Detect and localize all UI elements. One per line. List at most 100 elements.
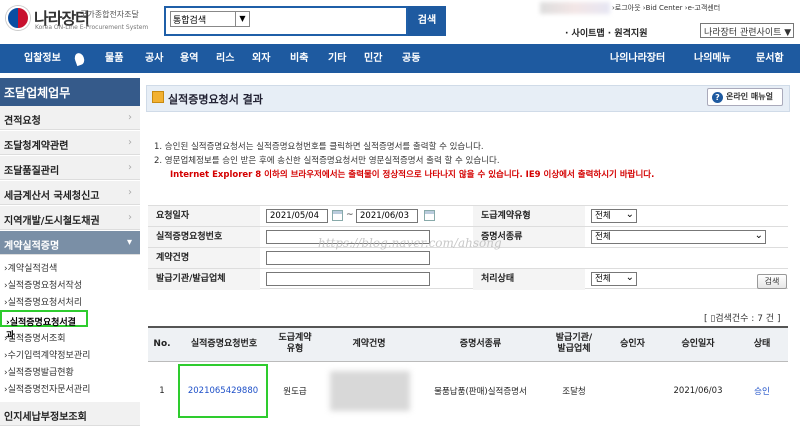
status-text[interactable]: 승인 <box>754 385 770 397</box>
chevron-right-icon: › <box>128 162 132 173</box>
request-no-link[interactable]: 2021065429880 <box>178 364 268 418</box>
main-nav: 입찰정보 물품 공사 용역 리스 외자 비축 기타 민간 공동 나의나라장터 나… <box>0 44 800 73</box>
notice-item: 2. 영문업체정보를 승인 받은 후에 송신한 실적증명요청서만 영문실적증명서… <box>154 156 500 166</box>
sidebar-item-performance[interactable]: 계약실적증명 ▾ <box>0 231 140 255</box>
chevron-down-icon: ⌄ <box>754 230 763 241</box>
nav-item-goods[interactable]: 물품 <box>105 44 123 73</box>
search-button[interactable]: 검색 <box>408 6 446 36</box>
logo-english: Korea ON-Line E-Procurement System <box>35 24 149 31</box>
form-row: 발급기관/발급업체 처리상태 전체 ⌄ <box>148 268 788 290</box>
nav-item-documents[interactable]: 문서함 <box>756 44 784 73</box>
sidebar-subitem-request-write[interactable]: ›실적증명요청서작성 <box>0 275 140 292</box>
search-scope-value: 통합검색 <box>173 16 207 26</box>
online-manual-button[interactable]: ? 온라인 매뉴얼 <box>707 88 783 106</box>
related-site-value: 나라장터 관련사이트 <box>704 28 782 38</box>
nav-item-private[interactable]: 민간 <box>364 44 382 73</box>
column-header-status: 상태 <box>753 338 771 349</box>
column-header-issuer: 발급기관/ 발급업체 <box>555 333 593 354</box>
date-from-input[interactable]: 2021/05/04 <box>266 209 328 223</box>
help-icon: ? <box>712 92 723 103</box>
column-header-cert-type: 증명서종류 <box>459 338 502 349</box>
sidebar-subitem-request-result[interactable]: ›실적증명요청서결과 <box>0 310 88 341</box>
contract-type-label: 도급계약유형 <box>473 206 585 227</box>
search-scope-select[interactable]: 통합검색 ▼ <box>170 11 250 27</box>
date-to-input[interactable]: 2021/06/03 <box>356 209 418 223</box>
nav-item-my-menu[interactable]: 나의메뉴 <box>694 44 731 73</box>
nav-item-joint[interactable]: 공동 <box>402 44 420 73</box>
status-label: 처리상태 <box>473 269 585 290</box>
cert-type-value: 전체 <box>595 232 611 242</box>
online-manual-label: 온라인 매뉴얼 <box>726 92 773 101</box>
sidebar-item-label: 계약실적증명 <box>4 241 60 252</box>
form-search-button[interactable]: 검색 <box>757 274 787 289</box>
nav-item-other[interactable]: 기타 <box>328 44 346 73</box>
status-select[interactable]: 전체 ⌄ <box>591 272 637 286</box>
watermark: https://blog.naver.com/ahsong <box>318 236 502 250</box>
nav-item-foreign[interactable]: 외자 <box>252 44 270 73</box>
sidebar-item-label: 조달청계약관련 <box>4 141 69 152</box>
form-row: 요청일자 2021/05/04 ~ 2021/06/03 도급계약유형 전체 ⌄ <box>148 205 788 227</box>
logo-subtitle: 국가종합전자조달 <box>80 10 139 19</box>
sidebar-item-contract[interactable]: 조달청계약관련 › <box>0 131 140 155</box>
contract-type-select[interactable]: 전체 ⌄ <box>591 209 637 223</box>
issuer-label: 발급기관/발급업체 <box>148 269 260 290</box>
notice-list: 1. 승인된 실적증명요청서는 실적증명요청번호를 클릭하면 실적증명서를 출력… <box>154 140 654 182</box>
sidebar-item-quote[interactable]: 견적요청 › <box>0 106 140 130</box>
blurred-user-info <box>540 2 610 14</box>
cell-cert-type: 물품납품(판매)실적증명서 <box>434 387 527 397</box>
chevron-down-icon: ▾ <box>126 237 132 248</box>
column-header-contract-name: 계약건명 <box>352 338 386 349</box>
sidebar-subitem-contract-search[interactable]: ›계약실적검색 <box>0 258 140 275</box>
sidebar-title: 조달업체업무 <box>0 78 140 106</box>
chevron-down-icon: ⌄ <box>625 272 634 283</box>
sidebar-item-label: 인지세납부정보조회 <box>4 412 87 423</box>
nav-item-lease[interactable]: 리스 <box>216 44 234 73</box>
sidebar-item-stamp-tax[interactable]: 인지세납부정보조회 <box>0 402 140 426</box>
nav-item-stockpile[interactable]: 비축 <box>290 44 308 73</box>
sidebar-subitem-edoc[interactable]: ›실적증명전자문서관리 <box>0 379 140 396</box>
nav-item-construction[interactable]: 공사 <box>145 44 163 73</box>
chevron-right-icon: › <box>128 112 132 123</box>
sidebar-subitem-manual-contract[interactable]: ›수기입력계약정보관리 <box>0 345 140 362</box>
column-header-approval-date: 승인일자 <box>681 338 715 349</box>
chevron-right-icon: › <box>128 187 132 198</box>
chevron-down-icon: ▼ <box>235 12 249 26</box>
cell-no: 1 <box>159 386 165 396</box>
nav-item-service[interactable]: 용역 <box>180 44 198 73</box>
contract-name-input[interactable] <box>266 251 430 265</box>
nav-item-bid-info[interactable]: 입찰정보 <box>24 44 61 73</box>
sidebar-item-bonds[interactable]: 지역개발/도시철도채권 › <box>0 206 140 230</box>
cell-issuer: 조달청 <box>562 387 586 397</box>
sidebar-item-tax[interactable]: 세금계산서 국세청신고 › <box>0 181 140 205</box>
cert-type-select[interactable]: 전체 ⌄ <box>591 230 766 244</box>
browser-warning: Internet Explorer 8 이하의 브라우저에서는 출력물이 정상적… <box>170 170 655 180</box>
result-count-text: 검색건수 : 7 건 <box>715 314 775 324</box>
cell-approval-date: 2021/06/03 <box>673 386 723 396</box>
contract-name-label: 계약건명 <box>148 248 260 269</box>
column-header-request-no: 실적증명요청번호 <box>190 338 258 349</box>
chevron-right-icon: › <box>128 137 132 148</box>
sidebar-subitem-issue-status[interactable]: ›실적증명발급현황 <box>0 362 140 379</box>
contract-type-value: 전체 <box>595 211 611 221</box>
notice-item: 1. 승인된 실적증명요청서는 실적증명요청번호를 클릭하면 실적증명서를 출력… <box>154 142 484 152</box>
status-link[interactable]: 승인 <box>736 364 788 418</box>
document-icon <box>152 91 164 103</box>
sidebar-item-label: 세금계산서 국세청신고 <box>4 191 100 202</box>
sidebar-item-label: 견적요청 <box>4 116 41 127</box>
sidebar-subitem-cert-search[interactable]: ›실적증명서조회 <box>0 328 140 345</box>
sidebar-subitem-request-process[interactable]: ›실적증명요청서처리 <box>0 292 140 309</box>
sitemap-link[interactable]: · 사이트맵 · 원격지원 <box>565 26 647 39</box>
issuer-input[interactable] <box>266 272 430 286</box>
calendar-icon[interactable] <box>332 210 343 221</box>
request-no-label: 실적증명요청번호 <box>148 227 260 248</box>
cell-approver <box>605 364 660 418</box>
form-row: 계약건명 <box>148 247 788 269</box>
sidebar-item-label: 조달품질관리 <box>4 166 60 177</box>
top-links[interactable]: ›로그아웃 ›Bid Center ›e-고객센터 <box>612 3 720 13</box>
calendar-icon[interactable] <box>424 210 435 221</box>
request-no-text[interactable]: 2021065429880 <box>188 386 258 396</box>
sidebar-item-quality[interactable]: 조달품질관리 › <box>0 156 140 180</box>
nav-item-my-narajangteo[interactable]: 나의나라장터 <box>610 44 665 73</box>
logo-emblem-icon <box>6 6 30 30</box>
related-site-select[interactable]: 나라장터 관련사이트 ▼ <box>700 23 794 38</box>
